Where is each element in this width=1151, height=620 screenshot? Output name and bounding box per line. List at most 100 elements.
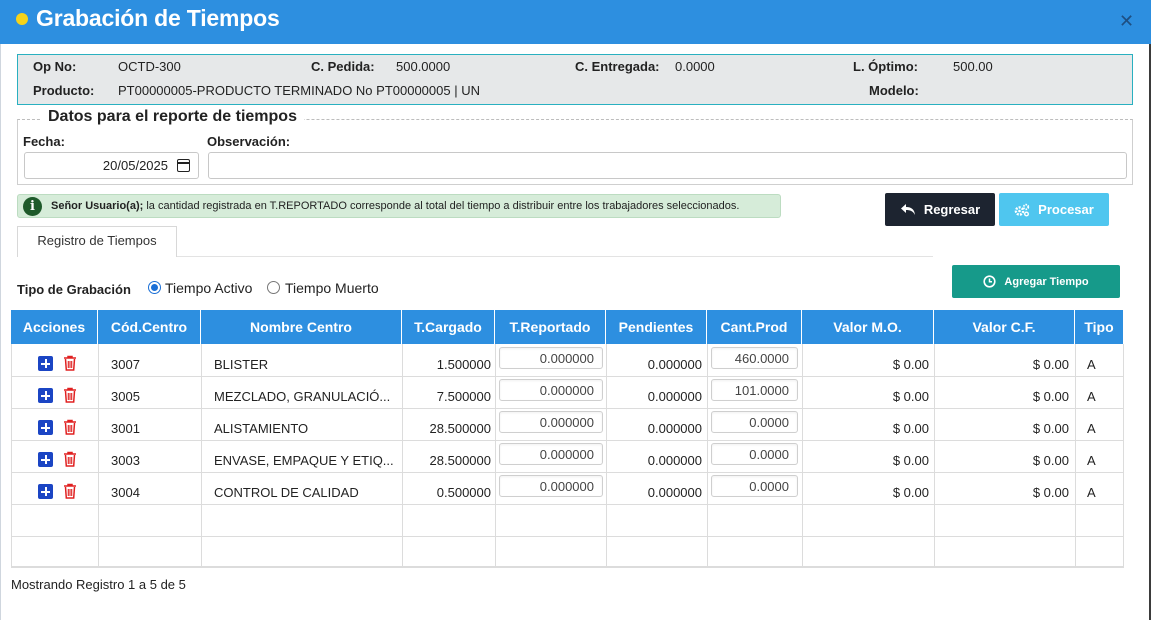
plus-square-icon[interactable]: [38, 484, 53, 499]
info-icon: i: [23, 197, 42, 216]
close-icon[interactable]: ✕: [1119, 12, 1134, 30]
cod-centro-cell: 3004: [111, 485, 140, 500]
producto-value: PT00000005-PRODUCTO TERMINADO No PT00000…: [118, 83, 480, 98]
op-no-value: OCTD-300: [118, 59, 181, 74]
t-reportado-input[interactable]: 0.000000: [499, 411, 603, 433]
valor-mo-cell: $ 0.00: [892, 485, 929, 500]
cant-prod-input[interactable]: 0.0000: [711, 475, 798, 497]
pendientes-cell: 0.000000: [647, 357, 702, 372]
calendar-icon[interactable]: [177, 159, 190, 172]
trash-icon[interactable]: [63, 387, 77, 403]
pendientes-cell: 0.000000: [647, 453, 702, 468]
header-cant-prod: Cant.Prod: [707, 310, 802, 344]
cant-prod-input[interactable]: 101.0000: [711, 379, 798, 401]
t-reportado-input[interactable]: 0.000000: [499, 443, 603, 465]
regresar-button[interactable]: Regresar: [885, 193, 995, 226]
tipo-cell: A: [1087, 485, 1096, 500]
header-acciones: Acciones: [11, 310, 98, 344]
cod-centro-cell: 3005: [111, 389, 140, 404]
tab-divider: [177, 256, 933, 257]
c-entregada-value: 0.0000: [675, 59, 715, 74]
procesar-label: Procesar: [1038, 202, 1094, 217]
window-title: Grabación de Tiempos: [36, 5, 280, 31]
pendientes-cell: 0.000000: [647, 389, 702, 404]
observacion-label: Observación:: [207, 134, 291, 149]
observacion-input[interactable]: [208, 152, 1127, 179]
t-cargado-cell: 0.500000: [436, 485, 491, 500]
header-valor-cf: Valor C.F.: [934, 310, 1075, 344]
trash-icon[interactable]: [63, 483, 77, 499]
fecha-label: Fecha:: [23, 134, 65, 149]
window-left-edge: [0, 44, 1, 620]
cod-centro-cell: 3001: [111, 421, 140, 436]
tipo-cell: A: [1087, 453, 1096, 468]
valor-cf-cell: $ 0.00: [1032, 421, 1069, 436]
plus-square-icon[interactable]: [38, 388, 53, 403]
pendientes-cell: 0.000000: [647, 485, 702, 500]
gears-icon: [1014, 203, 1030, 216]
clock-icon: [983, 275, 997, 288]
t-cargado-cell: 28.500000: [429, 453, 491, 468]
cant-prod-input[interactable]: 0.0000: [711, 411, 798, 433]
t-reportado-input[interactable]: 0.000000: [499, 379, 603, 401]
tiempo-activo-radio[interactable]: [148, 281, 161, 294]
info-alert: i Señor Usuario(a); la cantidad registra…: [17, 194, 781, 218]
nombre-centro-cell: ENVASE, EMPAQUE Y ETIQ...: [214, 453, 394, 468]
valor-mo-cell: $ 0.00: [892, 453, 929, 468]
op-no-label: Op No:: [33, 59, 77, 74]
c-pedida-value: 500.0000: [396, 59, 451, 74]
valor-mo-cell: $ 0.00: [892, 389, 929, 404]
procesar-button[interactable]: Procesar: [999, 193, 1109, 226]
t-reportado-input[interactable]: 0.000000: [499, 475, 603, 497]
valor-cf-cell: $ 0.00: [1032, 389, 1069, 404]
fecha-input[interactable]: 20/05/2025: [24, 152, 199, 179]
fecha-value: 20/05/2025: [102, 158, 168, 173]
cant-prod-input[interactable]: 0.0000: [711, 443, 798, 465]
plus-square-icon[interactable]: [38, 452, 53, 467]
t-reportado-input[interactable]: 0.000000: [499, 347, 603, 369]
c-entregada-label: C. Entregada:: [575, 59, 660, 74]
agregar-tiempo-label: Agregar Tiempo: [1004, 275, 1089, 288]
valor-mo-cell: $ 0.00: [892, 357, 929, 372]
alert-text: la cantidad registrada en T.REPORTADO co…: [143, 200, 740, 212]
l-optimo-value: 500.00: [953, 59, 993, 74]
trash-icon[interactable]: [63, 355, 77, 371]
valor-cf-cell: $ 0.00: [1032, 357, 1069, 372]
tipo-cell: A: [1087, 389, 1096, 404]
alert-message: Señor Usuario(a); la cantidad registrada…: [51, 200, 739, 212]
tiempo-muerto-label[interactable]: Tiempo Muerto: [285, 280, 379, 296]
valor-cf-cell: $ 0.00: [1032, 453, 1069, 468]
tipo-grabacion-label: Tipo de Grabación: [17, 282, 131, 297]
header-t-cargado: T.Cargado: [402, 310, 495, 344]
header-pendientes: Pendientes: [606, 310, 707, 344]
row-divider: [11, 536, 1124, 537]
tab-registro-tiempos[interactable]: Registro de Tiempos: [17, 226, 177, 257]
tipo-cell: A: [1087, 421, 1096, 436]
plus-square-icon[interactable]: [38, 356, 53, 371]
reply-arrow-icon: [900, 204, 915, 215]
cant-prod-input[interactable]: 460.0000: [711, 347, 798, 369]
header-tipo: Tipo: [1075, 310, 1124, 344]
cod-centro-cell: 3007: [111, 357, 140, 372]
agregar-tiempo-button[interactable]: Agregar Tiempo: [952, 265, 1120, 298]
nombre-centro-cell: MEZCLADO, GRANULACIÓ...: [214, 389, 391, 404]
plus-square-icon[interactable]: [38, 420, 53, 435]
pendientes-cell: 0.000000: [647, 421, 702, 436]
row-divider: [11, 567, 1124, 568]
t-cargado-cell: 1.500000: [436, 357, 491, 372]
tiempo-activo-label[interactable]: Tiempo Activo: [165, 280, 252, 296]
trash-icon[interactable]: [63, 419, 77, 435]
row-divider: [11, 504, 1124, 505]
table-footer: Mostrando Registro 1 a 5 de 5: [11, 577, 186, 592]
modelo-label: Modelo:: [869, 83, 919, 98]
trash-icon[interactable]: [63, 451, 77, 467]
header-nombre-centro: Nombre Centro: [201, 310, 402, 344]
window-titlebar: Grabación de Tiempos ✕: [0, 0, 1151, 44]
header-valor-mo: Valor M.O.: [802, 310, 934, 344]
tipo-cell: A: [1087, 357, 1096, 372]
nombre-centro-cell: ALISTAMIENTO: [214, 421, 309, 436]
valor-mo-cell: $ 0.00: [892, 421, 929, 436]
tiempo-muerto-radio[interactable]: [267, 281, 280, 294]
t-cargado-cell: 28.500000: [429, 421, 491, 436]
status-dot-icon: [16, 13, 28, 25]
